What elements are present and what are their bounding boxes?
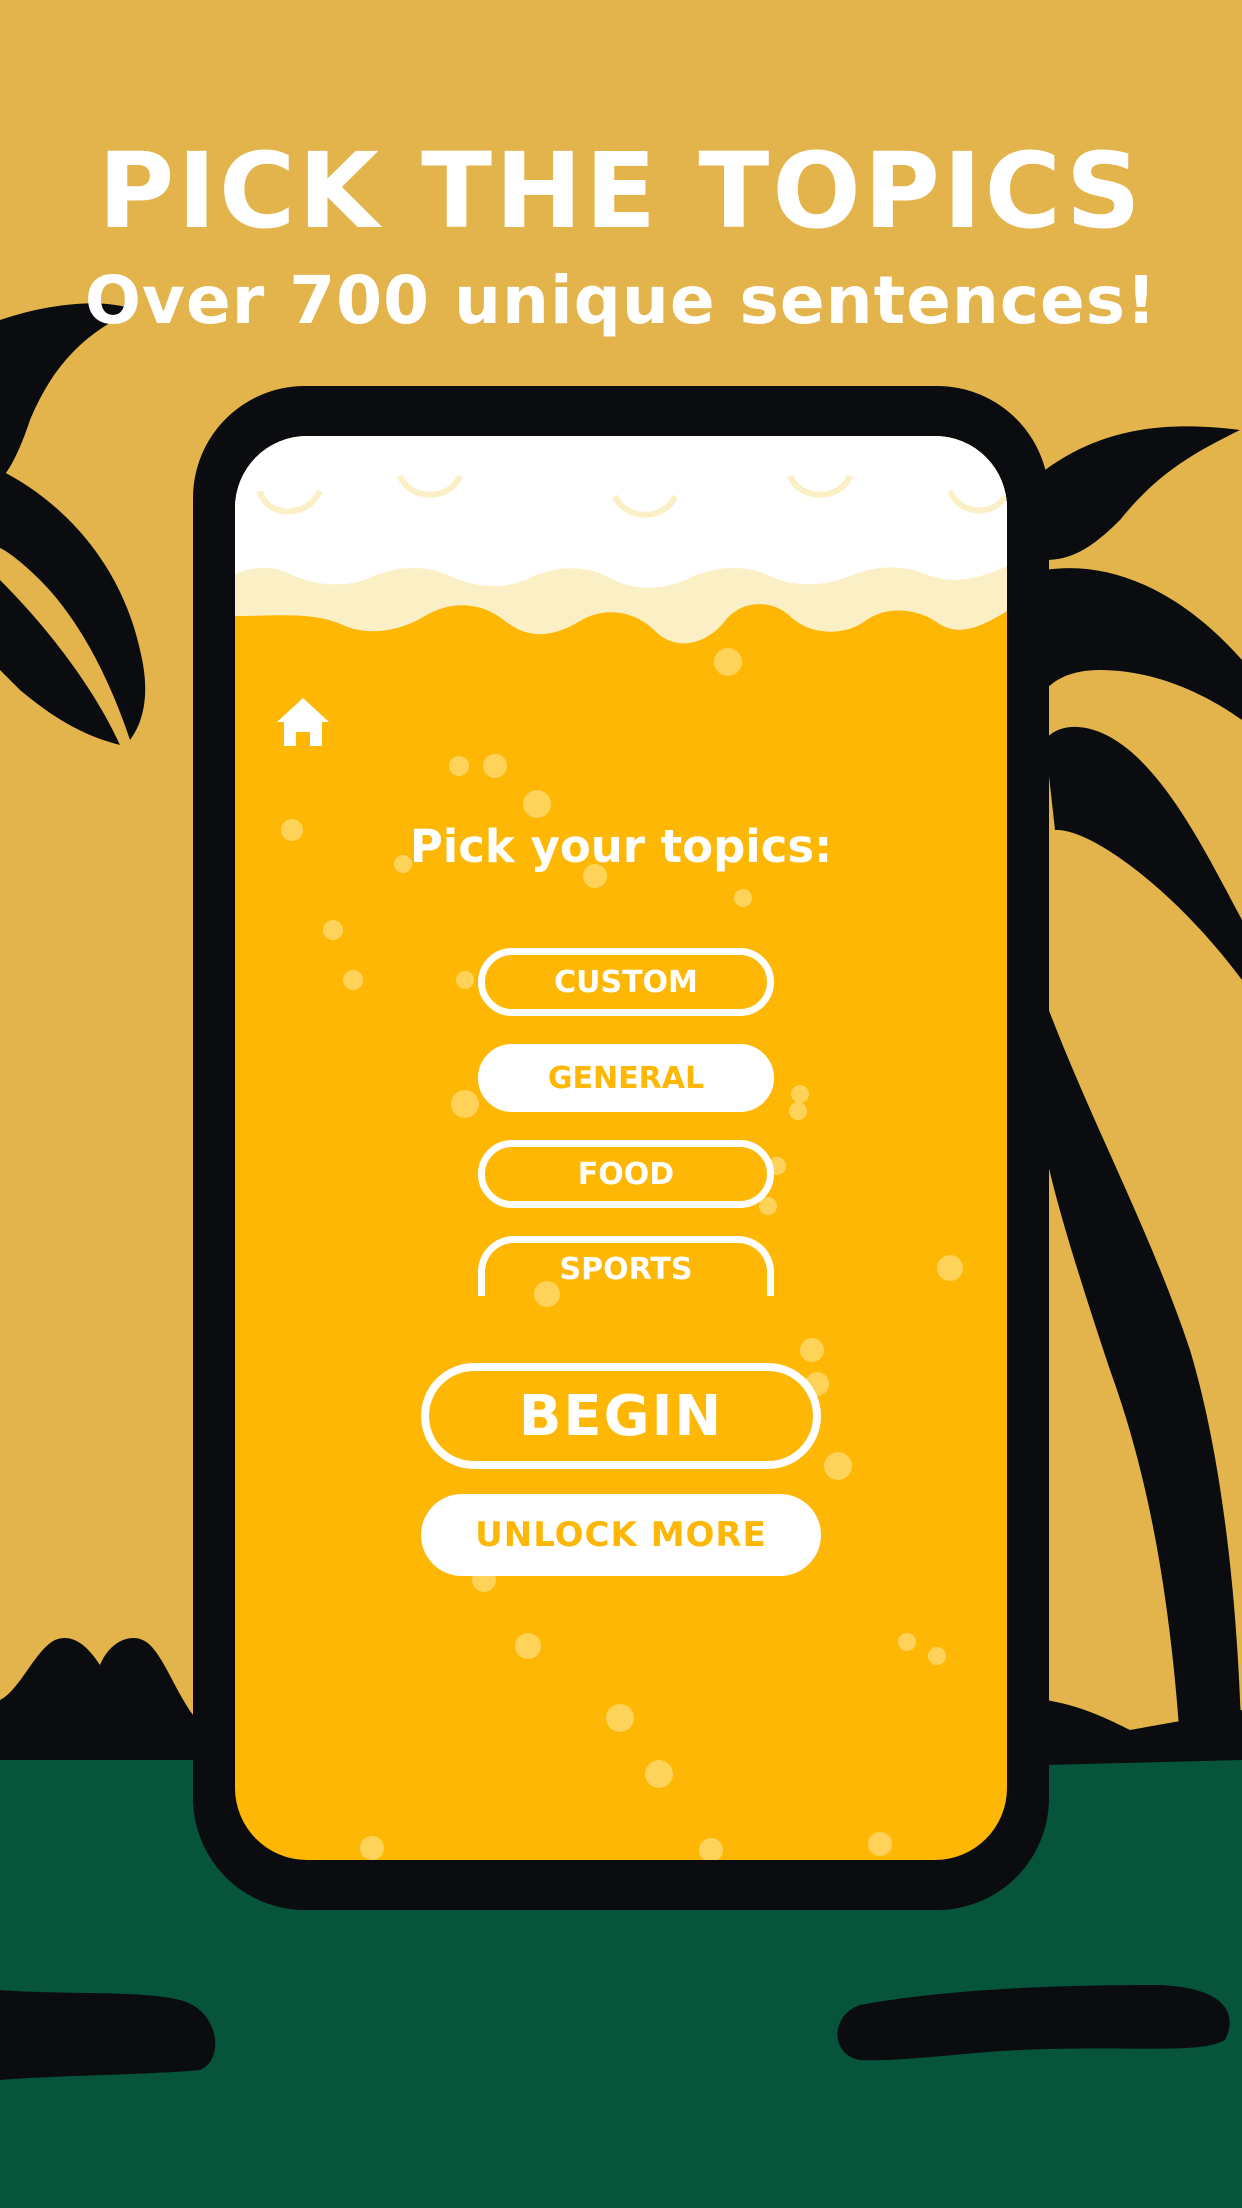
topic-label: SPORTS bbox=[559, 1252, 693, 1287]
topic-button-sports[interactable]: SPORTS bbox=[478, 1236, 774, 1296]
unlock-more-button[interactable]: UNLOCK MORE bbox=[421, 1494, 821, 1576]
right-palm-tree bbox=[1045, 426, 1242, 1765]
begin-button[interactable]: BEGIN bbox=[421, 1363, 821, 1469]
phone-frame: Pick your topics: CUSTOM GENERAL FOOD SP… bbox=[193, 386, 1049, 1910]
left-bush bbox=[0, 1637, 193, 1760]
home-icon[interactable] bbox=[275, 694, 331, 750]
topic-label: FOOD bbox=[577, 1156, 675, 1192]
ground-shadow-left bbox=[0, 1990, 216, 2080]
topic-button-general[interactable]: GENERAL bbox=[478, 1044, 774, 1112]
topic-label: CUSTOM bbox=[554, 964, 698, 1000]
page-subtitle: Over 700 unique sentences! bbox=[84, 262, 1158, 339]
topic-button-food[interactable]: FOOD bbox=[478, 1140, 774, 1208]
topics-prompt: Pick your topics: bbox=[409, 820, 833, 873]
topic-label: GENERAL bbox=[547, 1060, 705, 1096]
app-screen: Pick your topics: CUSTOM GENERAL FOOD SP… bbox=[235, 436, 1007, 1860]
foam-top bbox=[235, 436, 1007, 588]
topic-button-custom[interactable]: CUSTOM bbox=[478, 948, 774, 1016]
page-title: PICK THE TOPICS bbox=[98, 130, 1144, 252]
left-palm-tree bbox=[0, 303, 146, 745]
